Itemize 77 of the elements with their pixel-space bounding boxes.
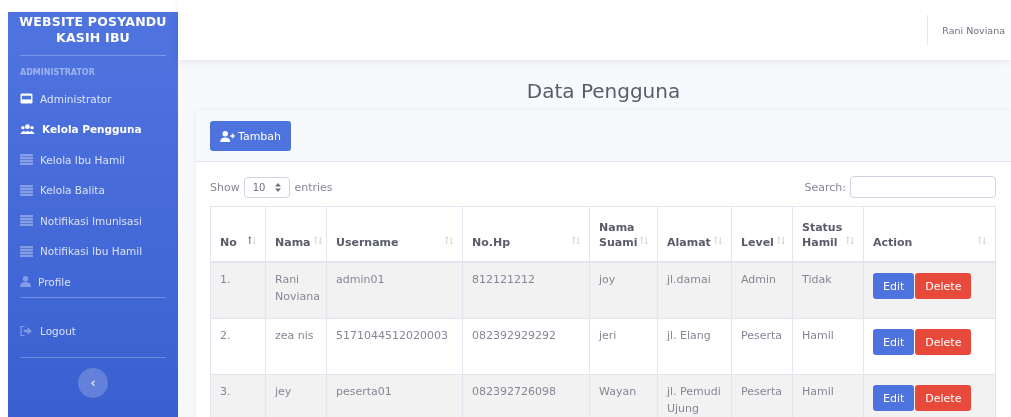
card-icon — [20, 93, 33, 105]
sidebar-item[interactable]: Kelola Pengguna — [8, 114, 178, 145]
sidebar-toggle-button[interactable]: ‹ — [78, 367, 108, 398]
table-cell: Peserta — [731, 318, 793, 375]
sidebar-item[interactable]: Notifikasi Ibu Hamil — [8, 236, 178, 267]
logout-icon — [20, 326, 33, 337]
delete-button[interactable]: Delete — [915, 385, 972, 411]
updown-icon — [275, 182, 282, 192]
sidebar-item[interactable]: Notifikasi Imunisasi — [8, 205, 178, 236]
table-cell: 3. — [210, 374, 266, 417]
add-button[interactable]: Tambah — [210, 121, 292, 151]
table-cell: jl. Pemudi Ujung — [657, 374, 732, 417]
column-header[interactable]: Nama Suami — [589, 206, 658, 262]
user-icon — [20, 276, 31, 288]
column-header[interactable]: Alamat — [657, 206, 732, 262]
table-icon — [20, 245, 33, 257]
table-cell: jl.damai — [657, 262, 732, 319]
column-header[interactable]: No.Hp — [462, 206, 590, 262]
table-cell: jeri — [589, 318, 658, 375]
page-title: Data Pengguna — [525, 79, 682, 103]
sort-icon — [714, 236, 722, 245]
sort-icon — [445, 236, 453, 245]
table-cell: 082392726098 — [462, 374, 590, 417]
user-name[interactable]: Rani Noviana — [942, 24, 1005, 36]
table-cell: joy — [589, 262, 658, 319]
table-icon — [20, 154, 33, 166]
table-cell: Rani Noviana — [265, 262, 327, 319]
table-cell: Admin — [731, 262, 793, 319]
entries-label: entries — [294, 180, 333, 194]
table-cell: jl. Elang — [657, 318, 732, 375]
table-cell: peserta01 — [326, 374, 463, 417]
table-cell: 5171044512020003 — [326, 318, 463, 375]
sort-icon — [640, 236, 649, 245]
search-label: Search: — [804, 180, 846, 194]
sort-icon — [248, 236, 256, 245]
sort-icon — [776, 236, 785, 245]
column-header[interactable]: Action — [863, 206, 996, 262]
users-icon — [20, 124, 35, 135]
column-header[interactable]: Status Hamil — [792, 206, 864, 262]
table-cell: Peserta — [731, 374, 793, 417]
table-cell: 2. — [210, 318, 266, 375]
table-cell: jey — [265, 374, 327, 417]
sidebar-item[interactable]: Profile — [8, 266, 178, 297]
sort-icon — [978, 236, 986, 245]
column-header[interactable]: Username — [326, 206, 463, 262]
table-icon — [20, 184, 33, 196]
table-cell: Hamil — [792, 374, 864, 417]
show-label: Show — [210, 180, 240, 194]
sort-icon — [572, 236, 580, 245]
column-header[interactable]: Level — [731, 206, 793, 262]
sidebar-heading: ADMINISTRATOR — [19, 66, 96, 79]
column-header[interactable]: Nama — [265, 206, 327, 262]
table-cell: Hamil — [792, 318, 864, 375]
table-cell: 082392929292 — [462, 318, 590, 375]
search-field[interactable] — [850, 176, 996, 198]
entries-select[interactable]: 10 — [243, 176, 291, 198]
table-cell: 1. — [210, 262, 266, 319]
sidebar-item[interactable]: Administrator — [8, 83, 178, 114]
table-cell: Wayan — [589, 374, 658, 417]
sort-icon — [846, 236, 854, 245]
delete-button[interactable]: Delete — [915, 329, 972, 355]
table-icon — [20, 215, 33, 227]
sidebar-item[interactable]: Kelola Balita — [8, 175, 178, 206]
delete-button[interactable]: Delete — [915, 273, 972, 299]
table-cell: admin01 — [326, 262, 463, 319]
table-cell: Tidak — [792, 262, 864, 319]
add-user-icon — [220, 130, 235, 142]
edit-button[interactable]: Edit — [873, 273, 915, 299]
edit-button[interactable]: Edit — [873, 385, 915, 411]
brand-title[interactable]: WEBSITE POSYANDU KASIH IBU — [8, 12, 178, 55]
logout-link[interactable]: Logout — [8, 316, 178, 347]
table-cell: 812121212 — [462, 262, 590, 319]
sidebar-item[interactable]: Kelola Ibu Hamil — [8, 144, 178, 175]
column-header[interactable]: No — [210, 206, 266, 262]
sort-icon — [313, 236, 322, 245]
edit-button[interactable]: Edit — [873, 329, 915, 355]
table-cell: zea nis — [265, 318, 327, 375]
